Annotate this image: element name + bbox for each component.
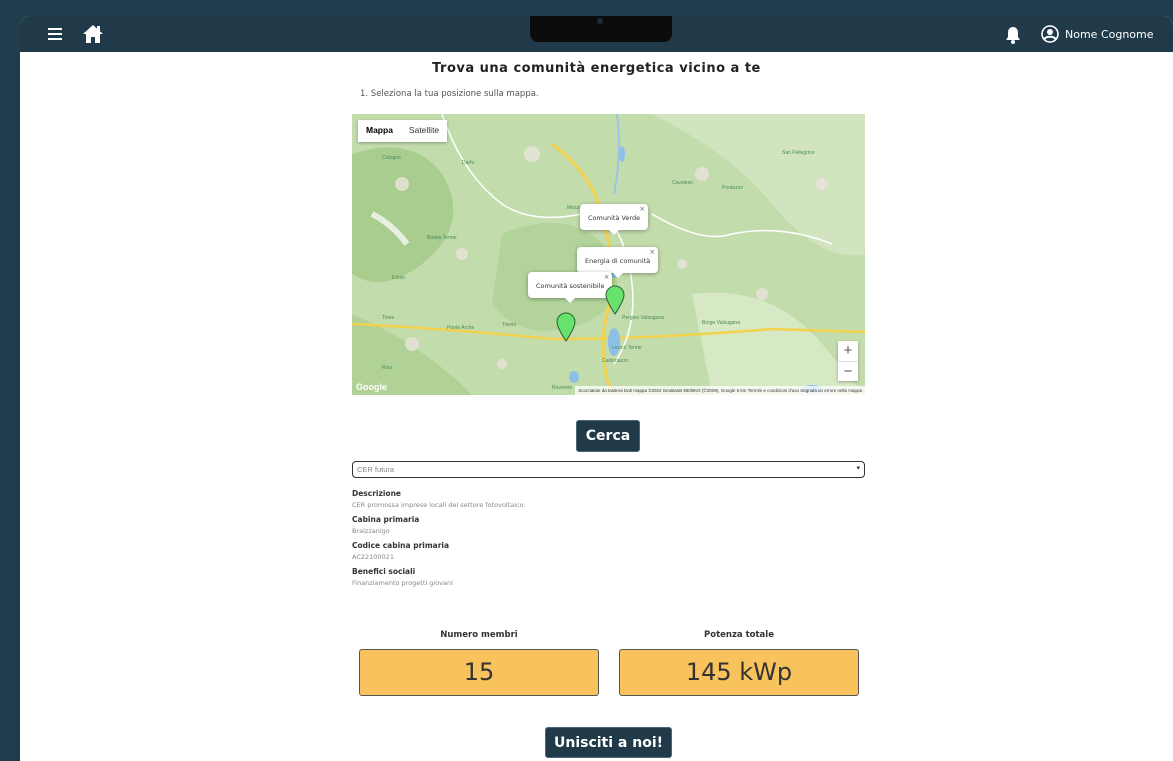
- svg-text:Caldonazzo: Caldonazzo: [602, 358, 629, 364]
- zoom-out-button[interactable]: −: [838, 361, 858, 381]
- members-count-value: 15: [359, 649, 599, 696]
- popup-text: Energia di comunità: [585, 257, 651, 265]
- svg-text:Riva: Riva: [382, 365, 392, 371]
- popup-text: Comunità Verde: [588, 214, 641, 222]
- user-name[interactable]: Nome Cognome: [1065, 28, 1154, 41]
- map-marker-icon[interactable]: [605, 285, 625, 315]
- total-power-label: Potenza totale: [704, 630, 774, 640]
- social-benefits-value: Finanziamento progetti giovani: [352, 579, 453, 587]
- app-window: Nome Cognome Trova una comunità energeti…: [20, 16, 1173, 761]
- page-title: Trova una comunità energetica vicino a t…: [432, 61, 761, 76]
- svg-text:Tione: Tione: [382, 315, 395, 321]
- zoom-controls: + −: [838, 341, 858, 381]
- svg-text:Levico Terme: Levico Terme: [612, 345, 642, 351]
- primary-cabin-label: Cabina primaria: [352, 515, 420, 524]
- svg-text:San Pellegrino: San Pellegrino: [782, 150, 815, 156]
- description-value: CER promossa imprese locali del settore …: [352, 501, 526, 509]
- close-icon[interactable]: ×: [604, 273, 610, 281]
- google-logo: Google: [356, 382, 387, 392]
- svg-text:Pergine Valsugana: Pergine Valsugana: [622, 315, 664, 321]
- chevron-down-icon: ▾: [856, 465, 860, 472]
- primary-cabin-code-label: Codice cabina primaria: [352, 541, 450, 550]
- popup-text: Comunità sostenibile: [536, 282, 605, 290]
- map-view[interactable]: ColognoDarfo Boario TermeMezzolombardo C…: [352, 114, 865, 395]
- svg-text:Rovereto: Rovereto: [552, 385, 573, 391]
- cer-select-value: CER futura: [357, 465, 395, 474]
- top-navigation-bar: Nome Cognome: [20, 16, 1173, 52]
- search-button[interactable]: Cerca: [576, 420, 640, 452]
- join-button[interactable]: Unisciti a noi!: [545, 727, 672, 758]
- map-marker-icon[interactable]: [556, 312, 576, 342]
- svg-text:Cavalese: Cavalese: [672, 180, 693, 186]
- primary-cabin-code-value: AC22100021: [352, 553, 394, 561]
- members-count-label: Numero membri: [440, 630, 518, 640]
- home-icon[interactable]: [82, 24, 104, 44]
- total-power-value: 145 kWp: [619, 649, 859, 696]
- close-icon[interactable]: ×: [649, 248, 655, 256]
- map-info-popup[interactable]: × Energia di comunità: [577, 247, 659, 278]
- hamburger-menu-icon[interactable]: [48, 28, 62, 40]
- svg-text:Trento: Trento: [502, 322, 516, 328]
- svg-text:Predazzo: Predazzo: [722, 185, 743, 191]
- svg-text:Cologno: Cologno: [382, 155, 401, 161]
- map-info-popup[interactable]: × Comunità sostenibile: [528, 272, 613, 303]
- svg-text:Darfo: Darfo: [462, 160, 474, 166]
- map-type-toggle: Mappa Satellite: [358, 120, 448, 142]
- svg-text:Ponte Arche: Ponte Arche: [447, 325, 474, 331]
- step-instruction: 1. Seleziona la tua posizione sulla mapp…: [360, 89, 539, 99]
- svg-text:Boario Terme: Boario Terme: [427, 235, 457, 241]
- map-type-option-satellite[interactable]: Satellite: [401, 120, 447, 142]
- map-type-option-mappa[interactable]: Mappa: [358, 120, 401, 142]
- close-icon[interactable]: ×: [639, 205, 645, 213]
- svg-text:Borgo Valsugana: Borgo Valsugana: [702, 320, 740, 326]
- map-attribution: Scorciatoie da tastiera Dati mappa ©2024…: [575, 386, 865, 395]
- bell-icon[interactable]: [1005, 26, 1021, 44]
- cer-select[interactable]: CER futura ▾: [352, 461, 865, 478]
- primary-cabin-value: Braizzanigo: [352, 527, 390, 535]
- zoom-in-button[interactable]: +: [838, 341, 858, 361]
- description-label: Descrizione: [352, 489, 402, 498]
- map-info-popup[interactable]: × Comunità Verde: [580, 204, 649, 235]
- svg-text:Edolo: Edolo: [392, 275, 405, 281]
- user-circle-icon[interactable]: [1041, 25, 1059, 43]
- camera-notch: [530, 16, 672, 42]
- social-benefits-label: Benefici sociali: [352, 567, 416, 576]
